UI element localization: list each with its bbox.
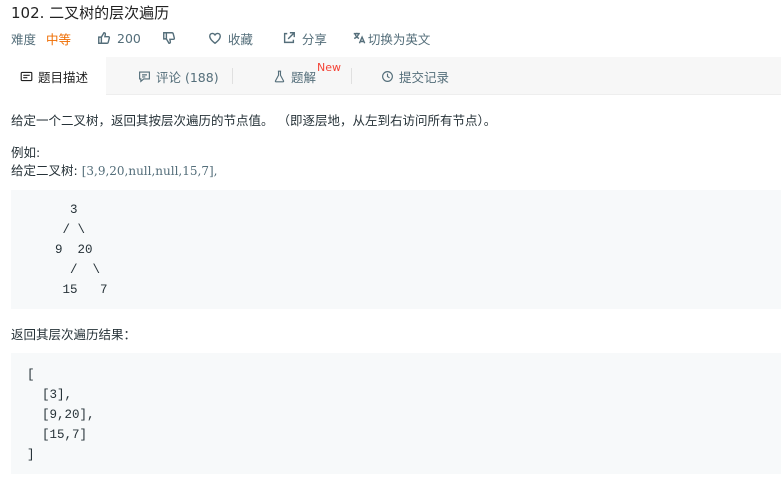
share-label: 分享	[301, 31, 327, 47]
given-tree-value: [3,9,20,null,null,15,7]	[81, 164, 214, 178]
like-button[interactable]: 200	[96, 30, 141, 46]
tab-solutions[interactable]: 题解 New	[271, 57, 341, 95]
difficulty-value: 中等	[46, 31, 72, 47]
history-icon	[379, 68, 395, 84]
dislike-button[interactable]	[161, 30, 177, 46]
tab-description-label: 题目描述	[38, 70, 89, 85]
flask-icon	[271, 68, 287, 84]
tab-submissions[interactable]: 提交记录	[379, 57, 449, 95]
tab-description[interactable]: 题目描述	[0, 57, 106, 96]
switch-language-button[interactable]: 切换为英文	[351, 29, 431, 48]
result-label: 返回其层次遍历结果：	[11, 327, 137, 342]
given-prefix: 给定二叉树:	[11, 163, 82, 178]
description-icon	[18, 69, 34, 85]
difficulty-label: 难度	[11, 31, 37, 47]
tree-diagram-block: 3 / \ 9 20 / \ 15 7	[11, 190, 781, 309]
tab-divider	[232, 68, 233, 84]
share-button[interactable]: 分享	[281, 29, 327, 48]
tab-bar: 题目描述 评论 (188) 题解 New 提交记录	[0, 57, 781, 96]
problem-description: 给定一个二叉树，返回其按层次遍历的节点值。 （即逐层地，从左到右访问所有节点）。	[11, 113, 497, 128]
thumbs-down-icon	[161, 30, 177, 46]
share-icon	[281, 30, 297, 46]
tab-submissions-label: 提交记录	[399, 69, 450, 85]
new-badge: New	[317, 60, 342, 74]
tab-comments-label: 评论 (188)	[156, 69, 219, 85]
result-code-block: [ [3], [9,20], [15,7] ]	[11, 353, 781, 474]
tab-comments[interactable]: 评论 (188)	[136, 57, 219, 95]
heart-icon	[207, 30, 223, 46]
comment-icon	[136, 68, 152, 84]
problem-meta-bar: 难度 中等 200 收藏 分享 切换为英文	[11, 29, 431, 48]
tab-divider	[351, 68, 352, 84]
problem-title: 102. 二叉树的层次遍历	[11, 4, 170, 22]
translate-icon	[351, 30, 367, 46]
example-label: 例如:	[11, 145, 41, 160]
tab-solutions-label: 题解	[291, 69, 317, 85]
given-tree-line: 给定二叉树: [3,9,20,null,null,15,7],	[11, 160, 217, 179]
favorite-button[interactable]: 收藏	[207, 29, 253, 48]
like-count: 200	[117, 30, 141, 46]
switch-language-label: 切换为英文	[367, 31, 431, 47]
favorite-label: 收藏	[227, 31, 253, 47]
thumbs-up-icon	[96, 30, 112, 46]
given-suffix: ,	[213, 164, 218, 178]
